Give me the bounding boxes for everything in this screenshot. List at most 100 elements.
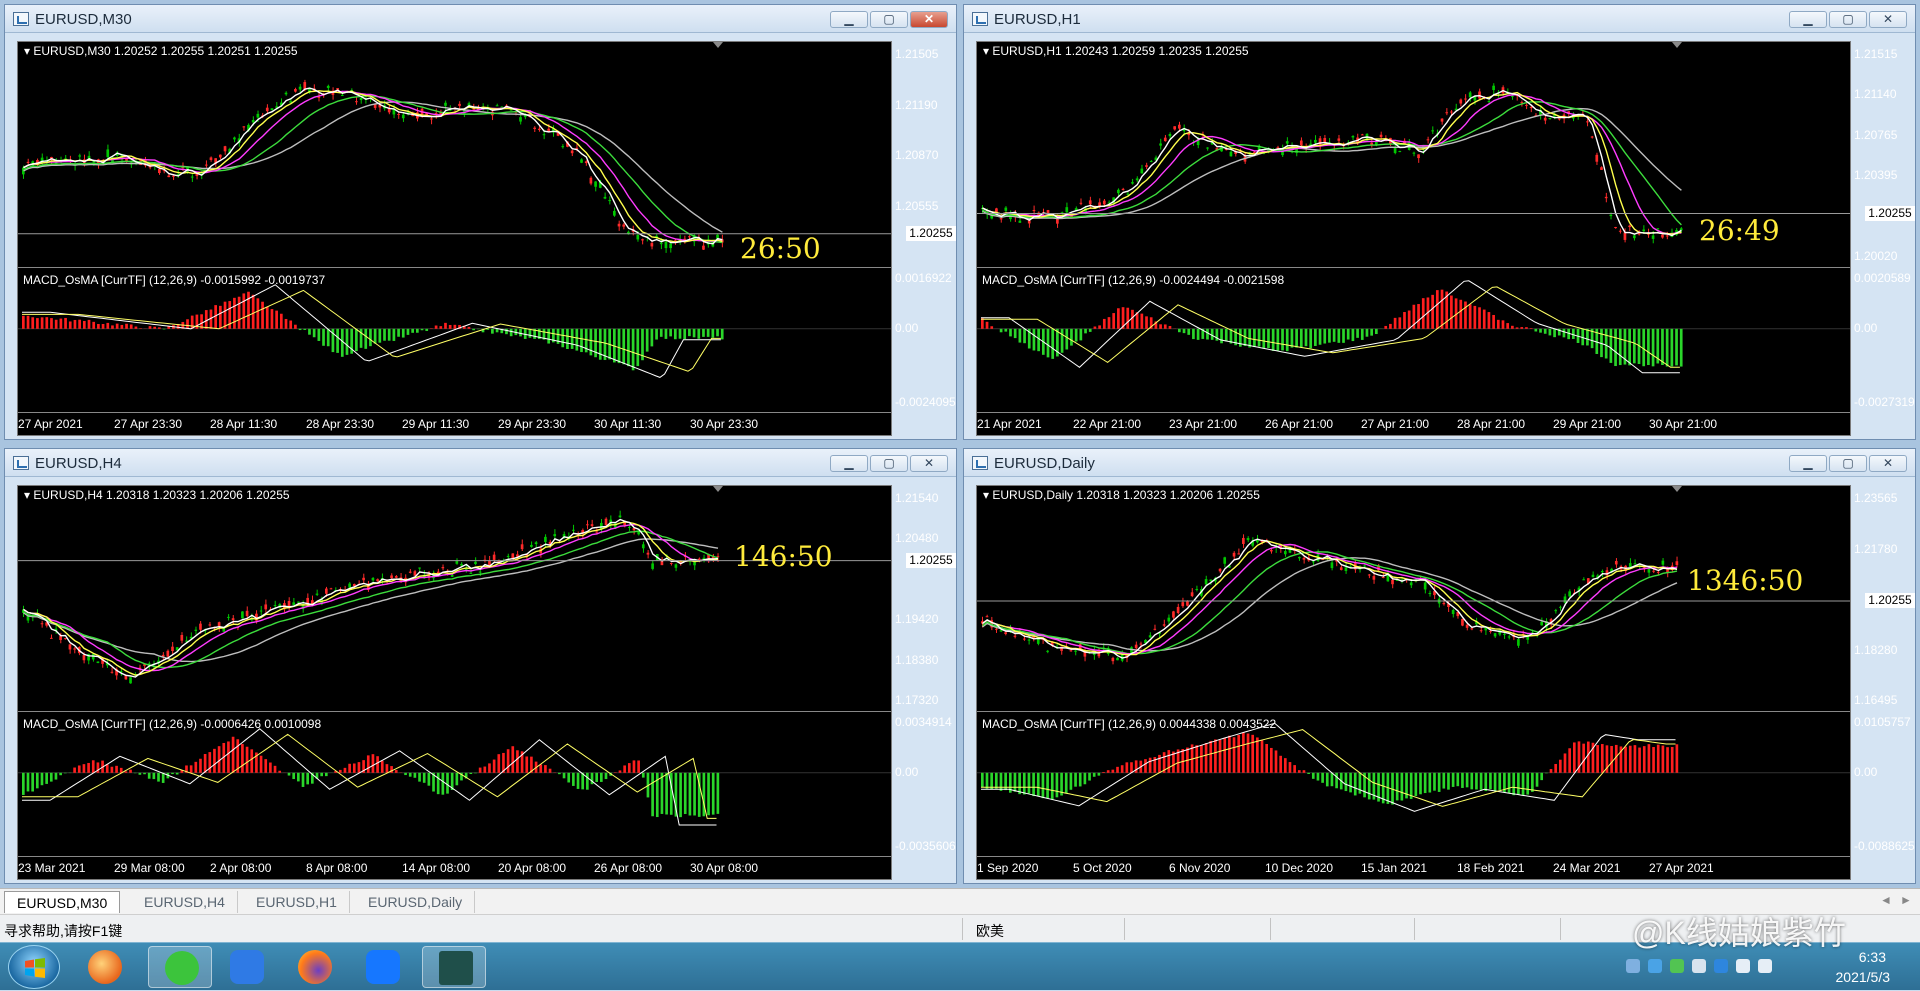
minimize-button[interactable]: ▁ [1789,455,1827,472]
candle-body [1508,636,1511,637]
terminal-workspace: EURUSD,M30 ▁ ▢ ✕ ▾ EURUSD,M30 1.20252 1.… [0,0,1920,888]
candle-body [590,178,593,184]
taskbar-browser-app[interactable] [72,946,136,988]
macd-pane[interactable]: MACD_OsMA [CurrTF] (12,26,9) -0.0006426 … [18,714,892,854]
candle-body [167,651,170,657]
minimize-button[interactable]: ▁ [830,455,868,472]
tab-eurusd-h4[interactable]: EURUSD,H4 [132,891,238,913]
candle-body [1253,152,1256,153]
macd-histogram-bar [1033,329,1036,351]
macd-histogram-bar [683,329,686,339]
candle-body [1167,618,1170,622]
tab-scroll-left-icon[interactable]: ◄ [1880,893,1892,907]
macd-histogram-bar [1200,745,1203,773]
candle-body [1503,634,1506,635]
macd-histogram-bar [69,321,72,328]
candle-body [292,602,295,605]
macd-histogram-bar [981,773,984,788]
chart-canvas[interactable]: ▾ EURUSD,H4 1.20318 1.20323 1.20206 1.20… [17,485,892,880]
maximize-button[interactable]: ▢ [870,11,908,28]
price-pane[interactable]: ▾ EURUSD,Daily 1.20318 1.20323 1.20206 1… [977,486,1851,712]
chart-canvas[interactable]: ▾ EURUSD,M30 1.20252 1.20255 1.20251 1.2… [17,41,892,436]
network-icon[interactable] [1626,959,1640,973]
security-shield-icon[interactable] [1648,959,1662,973]
bluetooth-icon[interactable] [1714,959,1728,973]
macd-pane[interactable]: MACD_OsMA [CurrTF] (12,26,9) -0.0024494 … [977,270,1851,410]
taskbar-dingtalk-meeting[interactable] [350,946,414,988]
candle-body [1070,650,1073,651]
macd-histogram-bar [511,746,514,773]
wifi-signal-icon[interactable] [1758,959,1772,973]
clock-date[interactable]: 2021/5/3 [1836,969,1891,985]
chart-canvas[interactable]: ▾ EURUSD,H1 1.20243 1.20259 1.20235 1.20… [976,41,1851,436]
window-titlebar[interactable]: EURUSD,Daily ▁ ▢ ✕ [964,449,1915,477]
taskbar-firefox[interactable] [282,946,346,988]
macd-histogram-bar [1000,329,1003,332]
maximize-button[interactable]: ▢ [1829,11,1867,28]
candle-body [1431,130,1434,131]
chart-window-h4[interactable]: EURUSD,H4 ▁ ▢ ✕ ▾ EURUSD,H4 1.20318 1.20… [4,448,957,884]
maximize-button[interactable]: ▢ [870,455,908,472]
chart-window-daily[interactable]: EURUSD,Daily ▁ ▢ ✕ ▾ EURUSD,Daily 1.2031… [963,448,1916,884]
usb-icon[interactable] [1692,959,1706,973]
candle-body [1442,603,1445,604]
clock-time[interactable]: 6:33 [1859,949,1886,965]
macd-histogram-bar [157,773,160,782]
tab-eurusd-daily[interactable]: EURUSD,Daily [356,891,475,913]
macd-histogram-bar [116,324,119,329]
close-button[interactable]: ✕ [1869,11,1907,28]
chart-window-m30[interactable]: EURUSD,M30 ▁ ▢ ✕ ▾ EURUSD,M30 1.20252 1.… [4,4,957,440]
macd-histogram-bar [1638,748,1641,773]
candle-body [252,120,255,122]
candle-body [325,589,328,594]
macd-histogram-bar [468,327,471,329]
close-button[interactable]: ✕ [910,455,948,472]
macd-histogram-bar [64,318,67,329]
candle-body [1544,118,1547,121]
macd-histogram-bar [549,769,552,773]
macd-histogram-bar [1550,769,1553,773]
price-pane[interactable]: ▾ EURUSD,H4 1.20318 1.20323 1.20206 1.20… [18,486,892,712]
maximize-button[interactable]: ▢ [1829,455,1867,472]
close-button[interactable]: ✕ [910,11,948,28]
tab-eurusd-m30[interactable]: EURUSD,M30 [4,891,120,913]
window-titlebar[interactable]: EURUSD,H1 ▁ ▢ ✕ [964,5,1915,33]
status-divider [1560,918,1561,940]
candle-body [608,200,611,201]
macd-histogram-bar [493,760,496,773]
minimize-button[interactable]: ▁ [830,11,868,28]
macd-histogram-bar [1347,329,1350,340]
tab-eurusd-h1[interactable]: EURUSD,H1 [244,891,350,913]
candle-body [1530,107,1533,108]
taskbar-wechat[interactable] [148,946,212,988]
macd-histogram-bar [1520,327,1523,329]
wechat-tray-icon[interactable] [1670,959,1684,973]
candle-body [986,616,989,617]
time-tick-label: 5 Oct 2020 [1073,861,1132,875]
macd-histogram-bar [87,763,90,773]
close-button[interactable]: ✕ [1869,455,1907,472]
window-titlebar[interactable]: EURUSD,M30 ▁ ▢ ✕ [5,5,956,33]
price-pane[interactable]: ▾ EURUSD,H1 1.20243 1.20259 1.20235 1.20… [977,42,1851,268]
minimize-button[interactable]: ▁ [1789,11,1827,28]
candle-body [1629,563,1632,567]
volume-muted-icon[interactable] [1736,959,1750,973]
time-tick-label: 21 Apr 2021 [977,417,1042,431]
macd-histogram-bar [633,760,636,772]
chart-window-h1[interactable]: EURUSD,H1 ▁ ▢ ✕ ▾ EURUSD,H1 1.20243 1.20… [963,4,1916,440]
macd-histogram-bar [1352,329,1355,341]
tab-scroll-right-icon[interactable]: ► [1900,893,1912,907]
macd-pane[interactable]: MACD_OsMA [CurrTF] (12,26,9) -0.0015992 … [18,270,892,410]
macd-histogram-bar [1666,329,1669,367]
start-button[interactable] [8,945,60,989]
macd-histogram-bar [435,326,438,329]
window-titlebar[interactable]: EURUSD,H4 ▁ ▢ ✕ [5,449,956,477]
macd-pane[interactable]: MACD_OsMA [CurrTF] (12,26,9) 0.0044338 0… [977,714,1851,854]
chart-canvas[interactable]: ▾ EURUSD,Daily 1.20318 1.20323 1.20206 1… [976,485,1851,880]
price-pane[interactable]: ▾ EURUSD,M30 1.20252 1.20255 1.20251 1.2… [18,42,892,268]
taskbar-stock-app[interactable] [422,946,486,988]
macd-histogram-bar [1251,735,1254,773]
candle-body [1592,575,1595,577]
taskbar-feishu-docs[interactable] [214,946,278,988]
macd-tick-label: 0.00 [895,765,918,779]
